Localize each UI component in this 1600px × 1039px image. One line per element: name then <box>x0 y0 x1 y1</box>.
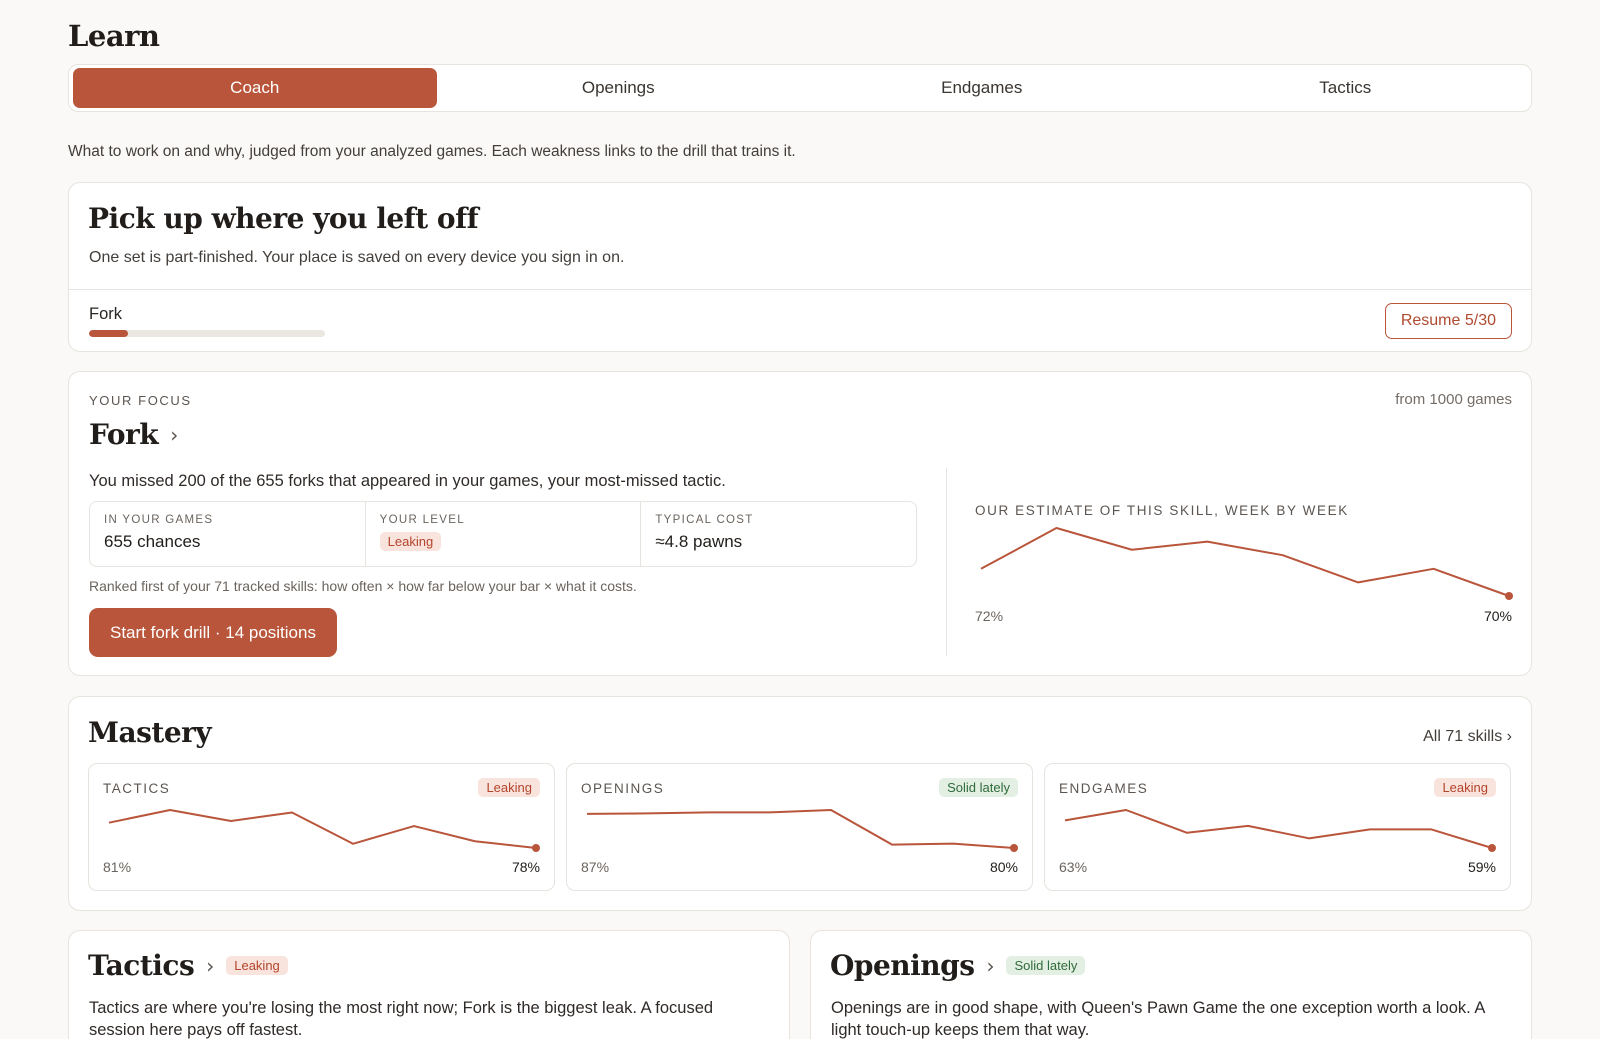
tile-start-value: 87% <box>581 859 610 875</box>
focus-stats: IN YOUR GAMES 655 chances YOUR LEVEL Lea… <box>89 501 917 567</box>
tile-start-value: 81% <box>103 859 132 875</box>
status-badge: Leaking <box>478 778 540 797</box>
resume-set-name: Fork <box>89 305 122 323</box>
focus-title-link[interactable]: Fork › <box>89 418 178 451</box>
trend-label: OUR ESTIMATE OF THIS SKILL, WEEK BY WEEK <box>975 503 1349 518</box>
chevron-right-icon[interactable]: › <box>986 954 994 978</box>
status-badge: Solid lately <box>939 778 1018 797</box>
status-badge: Leaking <box>379 532 442 551</box>
resume-button[interactable]: Resume 5/30 <box>1384 303 1512 339</box>
stat-label: TYPICAL COST <box>655 514 754 526</box>
section-body: Openings are in good shape, with Queen's… <box>831 999 1485 1039</box>
section-header: Tactics › Leaking <box>88 949 288 982</box>
mastery-card: Mastery All 71 skills › TACTICS Leaking … <box>68 696 1532 911</box>
intro-text: What to work on and why, judged from you… <box>68 143 796 160</box>
stat-value: ≈4.8 pawns <box>655 532 743 551</box>
tile-sparkline <box>586 809 1018 852</box>
section-card-openings: Openings › Solid lately Openings are in … <box>810 930 1532 1039</box>
status-badge: Leaking <box>1434 778 1496 797</box>
tab-endgames[interactable]: Endgames <box>800 68 1164 108</box>
sparkline-end-point <box>1488 844 1496 852</box>
tile-end-value: 59% <box>1467 859 1496 875</box>
start-drill-button[interactable]: Start fork drill · 14 positions <box>89 608 337 657</box>
sparkline-path <box>586 809 1015 849</box>
resume-title: Pick up where you left off <box>88 202 479 235</box>
tile-end-value: 78% <box>511 859 540 875</box>
page-title: Learn <box>68 19 160 53</box>
sparkline-path <box>1064 809 1493 849</box>
tab-openings[interactable]: Openings <box>437 68 801 108</box>
mastery-tile-endgames[interactable]: ENDGAMES Leaking 63% 59% <box>1044 763 1511 891</box>
focus-title: Fork <box>89 418 159 451</box>
tile-end-value: 80% <box>989 859 1018 875</box>
chevron-right-icon: › <box>170 422 178 447</box>
trend-start-value: 72% <box>975 608 1004 624</box>
status-badge: Leaking <box>226 956 288 975</box>
focus-description: You missed 200 of the 655 forks that app… <box>89 472 726 490</box>
learn-tabs: Coach Openings Endgames Tactics <box>68 64 1532 112</box>
sparkline-end-point <box>1010 844 1018 852</box>
stat-label: IN YOUR GAMES <box>104 514 214 526</box>
tile-start-value: 63% <box>1059 859 1088 875</box>
sparkline-path <box>108 809 537 849</box>
all-skills-link[interactable]: All 71 skills › <box>1423 728 1512 746</box>
stat-in-your-games: IN YOUR GAMES 655 chances <box>90 502 366 566</box>
stat-label: YOUR LEVEL <box>379 514 465 526</box>
resume-card: Pick up where you left off One set is pa… <box>68 182 1532 352</box>
tab-coach[interactable]: Coach <box>73 68 437 108</box>
tile-label: OPENINGS <box>581 781 665 796</box>
mastery-title: Mastery <box>88 716 212 749</box>
resume-progress-bar <box>89 330 325 337</box>
rank-note: Ranked first of your 71 tracked skills: … <box>89 578 637 594</box>
mastery-tile-tactics[interactable]: TACTICS Leaking 81% 78% <box>88 763 555 891</box>
stat-typical-cost: TYPICAL COST ≈4.8 pawns <box>641 502 916 566</box>
tile-label: TACTICS <box>103 781 171 796</box>
resume-progress-fill <box>89 330 129 337</box>
trend-end-value: 70% <box>1483 608 1512 624</box>
tile-label: ENDGAMES <box>1059 781 1149 796</box>
section-body: Tactics are where you're losing the most… <box>89 999 714 1039</box>
section-title[interactable]: Tactics <box>88 949 195 982</box>
sparkline-end-point <box>1505 592 1513 600</box>
stat-value: 655 chances <box>104 532 201 551</box>
stat-your-level: YOUR LEVEL Leaking <box>366 502 642 566</box>
skill-trend-sparkline <box>980 527 1513 600</box>
focus-source: from 1000 games <box>1395 391 1512 408</box>
chevron-right-icon[interactable]: › <box>206 954 214 978</box>
vertical-divider <box>946 468 947 656</box>
sparkline-end-point <box>532 844 540 852</box>
resume-subtitle: One set is part-finished. Your place is … <box>89 249 625 266</box>
section-title[interactable]: Openings <box>830 949 975 982</box>
tab-tactics[interactable]: Tactics <box>1164 68 1528 108</box>
section-card-tactics: Tactics › Leaking Tactics are where you'… <box>68 930 790 1039</box>
focus-card: YOUR FOCUS from 1000 games Fork › You mi… <box>68 371 1532 676</box>
tile-sparkline <box>1064 809 1496 852</box>
mastery-tile-openings[interactable]: OPENINGS Solid lately 87% 80% <box>566 763 1033 891</box>
sparkline-path <box>980 527 1510 597</box>
status-badge: Solid lately <box>1006 956 1086 975</box>
focus-eyebrow: YOUR FOCUS <box>89 393 192 408</box>
divider <box>69 289 1531 290</box>
section-header: Openings › Solid lately <box>830 949 1086 982</box>
tile-sparkline <box>108 809 540 852</box>
